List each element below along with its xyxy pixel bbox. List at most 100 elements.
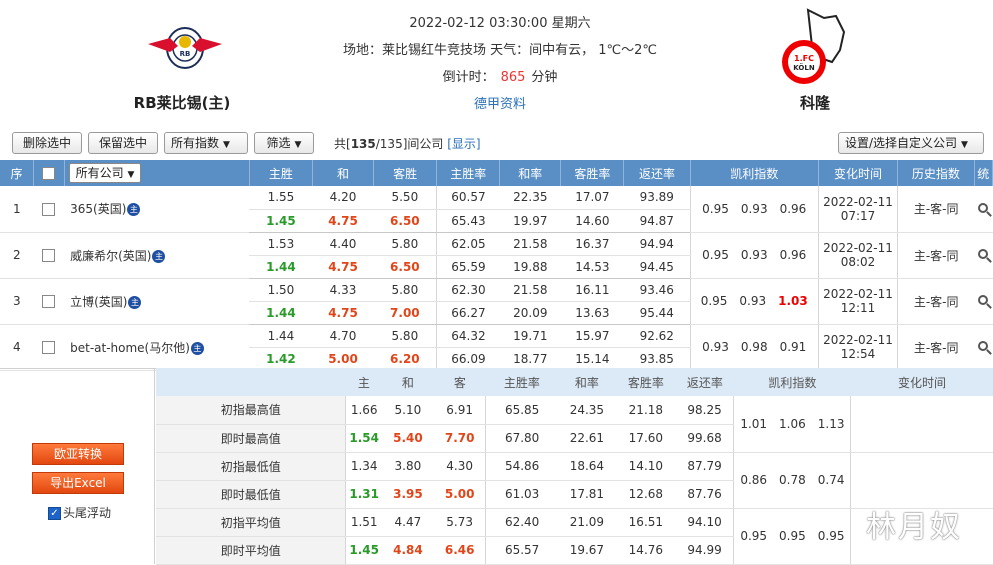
- live-odds-cell: 6.20: [373, 347, 437, 371]
- search-icon[interactable]: [974, 324, 993, 371]
- row-no: 2: [0, 232, 34, 279]
- summary-kelly: 0.86 0.78 0.74: [733, 452, 851, 509]
- live-odds-cell: 13.63: [560, 301, 624, 325]
- summary-row: 初指最低值 1.34 3.80 4.30 54.86 18.64 14.10 87.79 0.8…: [156, 452, 993, 509]
- row-checkbox[interactable]: [33, 232, 65, 279]
- history-link[interactable]: 主-客-同: [897, 186, 975, 233]
- live-odds-cell: 65.43: [436, 209, 500, 233]
- search-icon[interactable]: [974, 232, 993, 279]
- search-icon[interactable]: [974, 278, 993, 325]
- live-odds-cell: 7.00: [373, 301, 437, 325]
- custom-company-select[interactable]: 设置/选择自定义公司 ▼: [838, 132, 984, 154]
- company-name[interactable]: bet-at-home(马尔他) 主: [64, 324, 250, 371]
- summary-cell: 1.51: [345, 508, 382, 537]
- match-venue: 场地：莱比锡红牛竞技场 天气：间中有云， 1℃～2℃: [342, 43, 657, 58]
- live-odds-cell: 66.09: [436, 347, 500, 371]
- summary-cell: 12.68: [615, 480, 676, 509]
- summary-cell: 18.64: [557, 452, 616, 481]
- keep-selected-button[interactable]: 保留选中: [88, 132, 158, 154]
- live-odds-cell: 95.44: [623, 301, 691, 325]
- row-checkbox[interactable]: [33, 278, 65, 325]
- live-odds-cell: 19.88: [499, 255, 561, 279]
- live-odds-cell: 94.45: [623, 255, 691, 279]
- live-odds-cell: 20.09: [499, 301, 561, 325]
- init-odds-cell: 16.37: [560, 232, 624, 256]
- summary-cell: 5.73: [433, 508, 486, 537]
- euro-asia-convert-button[interactable]: 欧亚转换: [32, 443, 124, 465]
- init-odds-cell: 93.89: [623, 186, 691, 210]
- col-change-time: 变化时间: [818, 160, 899, 186]
- row-checkbox[interactable]: [33, 324, 65, 371]
- league-info-link[interactable]: 德甲资料: [474, 97, 526, 112]
- filter-dropdown[interactable]: 筛选 ▼: [254, 132, 314, 154]
- init-odds-cell: 1.53: [249, 232, 313, 256]
- sum-col-kelly: 凯利指数: [733, 368, 851, 396]
- away-team-name: 科隆: [799, 94, 830, 112]
- sum-col-away: 客: [433, 368, 486, 396]
- table-row: 1 365(英国) 主 1.55 4.20 5.50 60.57 22.35 17.07 93.8…: [0, 186, 993, 233]
- svg-text:RB: RB: [180, 50, 191, 58]
- row-checkbox[interactable]: [33, 186, 65, 233]
- col-draw: 和: [312, 160, 375, 186]
- summary-cell: 1.66: [345, 396, 382, 425]
- countdown: 倒计时： 865 分钟: [442, 70, 558, 85]
- summary-row: 初指最高值 1.66 5.10 6.91 65.85 24.35 21.18 98.25 1.0…: [156, 396, 993, 453]
- col-no: 序: [0, 160, 35, 186]
- col-away-win: 客胜: [373, 160, 438, 186]
- summary-label: 初指平均值: [156, 508, 346, 537]
- select-all-checkbox[interactable]: [33, 160, 65, 186]
- watermark: 林月奴: [866, 510, 962, 545]
- row-no: 1: [0, 186, 34, 233]
- index-type-select[interactable]: 所有指数 ▼: [164, 132, 248, 154]
- summary-cell: 21.18: [615, 396, 676, 425]
- summary-cell: 7.70: [433, 424, 486, 453]
- live-odds-cell: 1.45: [249, 209, 313, 233]
- chevron-down-icon: ▼: [223, 140, 230, 150]
- summary-label: 即时平均值: [156, 536, 346, 565]
- init-odds-cell: 5.80: [373, 278, 437, 302]
- sum-col-draw-rate: 和率: [557, 368, 616, 396]
- init-odds-cell: 60.57: [436, 186, 500, 210]
- summary-cell: 87.79: [675, 452, 734, 481]
- float-header-toggle[interactable]: ✓ 头尾浮动: [48, 504, 111, 521]
- summary-cell: 65.85: [485, 396, 558, 425]
- summary-cell: 21.09: [557, 508, 616, 537]
- summary-cell: 5.00: [433, 480, 486, 509]
- sum-col-change-time: 变化时间: [850, 368, 993, 396]
- init-odds-cell: 15.97: [560, 324, 624, 348]
- delete-selected-button[interactable]: 删除选中: [12, 132, 82, 154]
- company-name[interactable]: 威廉希尔(英国) 主: [64, 232, 250, 279]
- history-link[interactable]: 主-客-同: [897, 278, 975, 325]
- summary-cell: 1.34: [345, 452, 382, 481]
- init-odds-cell: 4.40: [312, 232, 374, 256]
- summary-cell: 24.35: [557, 396, 616, 425]
- summary-cell: 98.25: [675, 396, 734, 425]
- row-no: 3: [0, 278, 34, 325]
- live-odds-cell: 18.77: [499, 347, 561, 371]
- sum-col-draw: 和: [381, 368, 434, 396]
- kelly-cell: 0.95 0.93 1.03: [689, 278, 819, 325]
- init-odds-cell: 1.50: [249, 278, 313, 302]
- search-icon[interactable]: [974, 186, 993, 233]
- init-odds-cell: 19.71: [499, 324, 561, 348]
- sum-col-away-rate: 客胜率: [615, 368, 676, 396]
- live-odds-cell: 93.85: [623, 347, 691, 371]
- live-odds-cell: 4.75: [312, 255, 374, 279]
- checkbox-checked-icon: ✓: [48, 507, 61, 520]
- kelly-cell: 0.95 0.93 0.96: [689, 186, 819, 233]
- history-link[interactable]: 主-客-同: [897, 324, 975, 371]
- summary-cell: 54.86: [485, 452, 558, 481]
- col-history: 历史指数: [897, 160, 975, 186]
- export-excel-button[interactable]: 导出Excel: [32, 472, 124, 494]
- col-kelly: 凯利指数: [690, 160, 819, 186]
- show-link[interactable]: [显示]: [447, 137, 480, 151]
- live-odds-cell: 4.75: [312, 301, 374, 325]
- company-filter-select[interactable]: 所有公司 ▼: [68, 163, 142, 183]
- company-count: 共[135/135]间公司 [显示]: [334, 137, 481, 151]
- company-name[interactable]: 立博(英国) 主: [64, 278, 250, 325]
- history-link[interactable]: 主-客-同: [897, 232, 975, 279]
- row-no: 4: [0, 324, 34, 371]
- init-odds-cell: 4.20: [312, 186, 374, 210]
- summary-header: 主 和 客 主胜率 和率 客胜率 返还率 凯利指数 变化时间: [156, 368, 993, 396]
- company-name[interactable]: 365(英国) 主: [64, 186, 250, 233]
